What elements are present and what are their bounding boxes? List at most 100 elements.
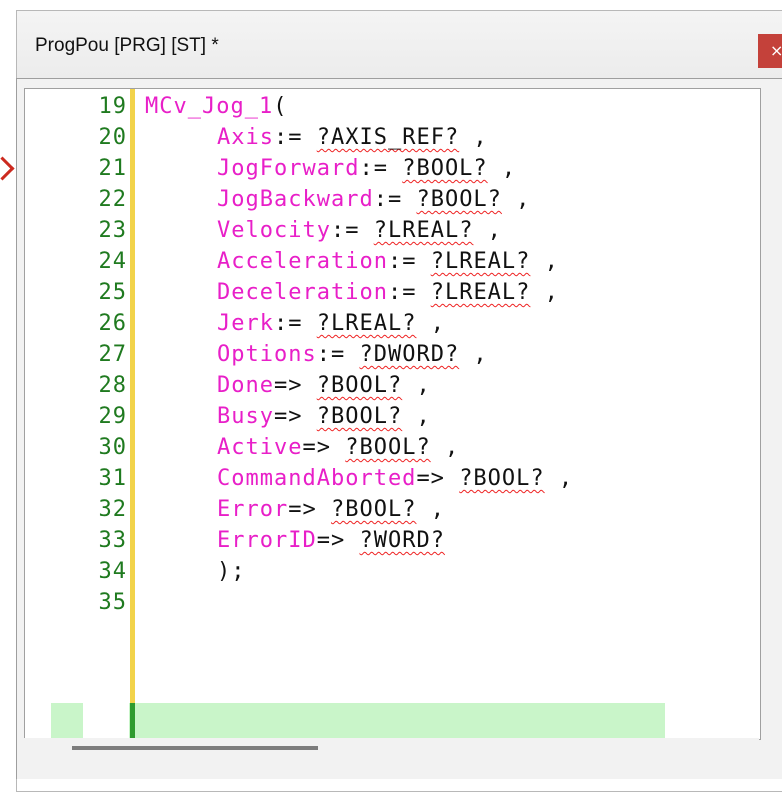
operator-token: := (273, 311, 317, 336)
identifier-token: Axis (217, 125, 274, 150)
code-line[interactable]: Acceleration:= ?LREAL? , (217, 246, 559, 277)
operator-token: := (330, 218, 374, 243)
code-line[interactable]: Jerk:= ?LREAL? , (217, 308, 445, 339)
operator-token: , (430, 435, 460, 460)
operator-token: , (402, 404, 431, 429)
operator-token: := (273, 125, 317, 150)
line-number: 24 (98, 249, 127, 274)
line-number: 35 (98, 590, 127, 615)
operator-token: , (459, 125, 488, 150)
line-number: 23 (98, 218, 127, 243)
code-line[interactable]: Deceleration:= ?LREAL? , (217, 277, 559, 308)
operator-token: => (302, 435, 346, 460)
close-button[interactable]: × (758, 34, 782, 68)
operator-token: , (501, 187, 531, 212)
identifier-token: ErrorID (217, 528, 317, 553)
window-title: ProgPou [PRG] [ST] * (35, 35, 219, 56)
operator-token: := (359, 156, 403, 181)
identifier-token: Active (217, 435, 303, 460)
code-line[interactable]: Velocity:= ?LREAL? , (217, 215, 502, 246)
code-editor[interactable]: 19 20 21 22 23 24 25 26 27 28 29 30 31 32 33 34 35 MCv_J… (24, 88, 761, 740)
line-number: 21 (98, 156, 127, 181)
identifier-token: JogBackward (217, 187, 374, 212)
operator-token: , (402, 373, 431, 398)
placeholder-token: ?DWORD? (359, 342, 460, 367)
line-number: 30 (98, 435, 127, 460)
operator-token: , (544, 466, 574, 491)
placeholder-token: ?BOOL? (402, 156, 488, 181)
placeholder-token: ?BOOL? (345, 435, 431, 460)
code-area[interactable]: MCv_Jog_1(Axis:= ?AXIS_REF? , JogForward:… (135, 89, 760, 739)
placeholder-token: ?LREAL? (373, 218, 474, 243)
identifier-token: Options (217, 342, 317, 367)
line-number: 19 (98, 94, 127, 119)
operator-token: , (416, 497, 445, 522)
identifier-token: JogForward (217, 156, 360, 181)
operator-token: := (387, 249, 431, 274)
arrow-marker (0, 156, 15, 181)
code-line[interactable]: CommandAborted=> ?BOOL? , (217, 463, 573, 494)
title-bar: ProgPou [PRG] [ST] * × (17, 11, 782, 80)
horizontal-scrollbar[interactable] (24, 738, 759, 769)
placeholder-token: ?BOOL? (316, 373, 403, 398)
identifier-token: Busy (217, 404, 274, 429)
placeholder-token: ?AXIS_REF? (316, 125, 460, 150)
placeholder-token: ?BOOL? (416, 187, 502, 212)
operator-token: ( (273, 94, 288, 119)
operator-token: , (459, 342, 488, 367)
code-line[interactable]: JogBackward:= ?BOOL? , (217, 184, 530, 215)
line-number: 32 (98, 497, 127, 522)
placeholder-token: ?BOOL? (330, 497, 417, 522)
code-line[interactable]: Error=> ?BOOL? , (217, 494, 445, 525)
line-number: 26 (98, 311, 127, 336)
operator-token: := (316, 342, 360, 367)
identifier-token: Acceleration (217, 249, 388, 274)
line-number: 28 (98, 373, 127, 398)
operator-token: := (387, 280, 431, 305)
code-line[interactable]: Active=> ?BOOL? , (217, 432, 459, 463)
identifier-token: Velocity (217, 218, 331, 243)
code-line[interactable]: ErrorID=> ?WORD? (217, 525, 445, 556)
line-number: 25 (98, 280, 127, 305)
operator-token: , (530, 249, 559, 274)
operator-token: => (288, 497, 331, 522)
code-line[interactable]: Options:= ?DWORD? , (217, 339, 488, 370)
code-line[interactable]: ); (217, 556, 246, 587)
line-number: 31 (98, 466, 127, 491)
placeholder-token: ?LREAL? (316, 311, 417, 336)
breakpoint-gutter[interactable] (25, 89, 83, 739)
line-number: 29 (98, 404, 127, 429)
operator-token: , (487, 156, 517, 181)
operator-token: => (273, 373, 317, 398)
code-line[interactable]: JogForward:= ?BOOL? , (217, 153, 516, 184)
placeholder-token: ?WORD? (359, 528, 445, 553)
placeholder-token: ?BOOL? (459, 466, 545, 491)
operator-token: => (316, 528, 360, 553)
line-number: 34 (98, 559, 127, 584)
identifier-token: Jerk (217, 311, 274, 336)
identifier-token: Deceleration (217, 280, 388, 305)
operator-token: := (373, 187, 417, 212)
operator-token: , (530, 280, 559, 305)
line-number: 22 (98, 187, 127, 212)
operator-token: => (273, 404, 317, 429)
identifier-token: Error (217, 497, 289, 522)
code-line[interactable]: Axis:= ?AXIS_REF? , (217, 122, 488, 153)
code-line[interactable]: MCv_Jog_1( (145, 91, 287, 122)
code-line[interactable]: Busy=> ?BOOL? , (217, 401, 431, 432)
identifier-token: MCv_Jog_1 (145, 94, 274, 119)
line-number: 27 (98, 342, 127, 367)
placeholder-token: ?LREAL? (430, 249, 531, 274)
close-icon: × (770, 41, 782, 60)
line-number: 20 (98, 125, 127, 150)
identifier-token: Done (217, 373, 274, 398)
horizontal-scroll-thumb[interactable] (72, 746, 318, 750)
operator-token: => (416, 466, 460, 491)
code-line[interactable]: Done=> ?BOOL? , (217, 370, 431, 401)
operator-token: , (416, 311, 445, 336)
operator-token: , (473, 218, 502, 243)
placeholder-token: ?LREAL? (430, 280, 531, 305)
operator-token: ); (217, 559, 246, 584)
line-number: 33 (98, 528, 127, 553)
identifier-token: CommandAborted (217, 466, 417, 491)
